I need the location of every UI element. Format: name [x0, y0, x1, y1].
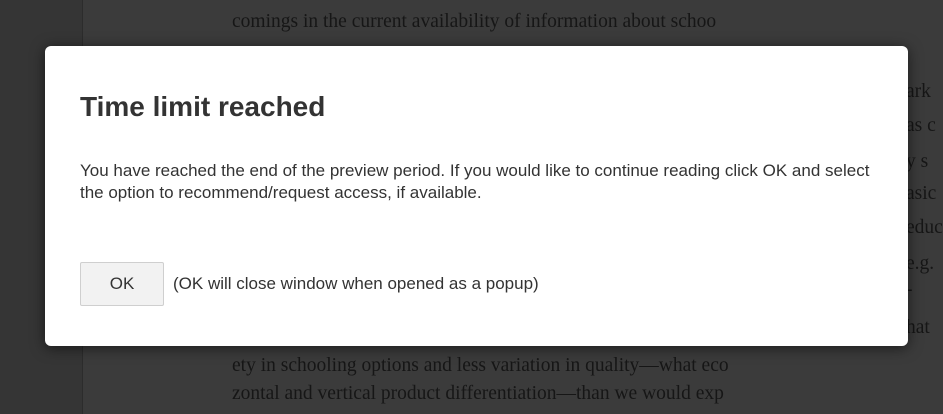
page-text-fragment: ark — [906, 81, 931, 102]
ok-button[interactable]: OK — [80, 262, 164, 306]
page-text-fragment: y s — [906, 151, 929, 172]
page-text-line: zontal and vertical product differentiat… — [232, 383, 724, 404]
page-text-fragment: as c — [906, 115, 936, 136]
page-text-fragment: educ — [906, 217, 943, 238]
page-text-fragment: e.g. — [906, 253, 935, 274]
page-text-line: comings in the current availability of i… — [232, 11, 717, 32]
page-text-line: ety in schooling options and less variat… — [232, 355, 729, 376]
ok-button-note: (OK will close window when opened as a p… — [173, 274, 539, 293]
dialog-message: You have reached the end of the preview … — [80, 161, 870, 202]
dialog-title: Time limit reached — [80, 91, 326, 122]
page-text-fragment: asic — [906, 183, 937, 204]
time-limit-dialog: Time limit reached You have reached the … — [45, 46, 908, 346]
page-text-fragment: hat — [906, 317, 930, 338]
